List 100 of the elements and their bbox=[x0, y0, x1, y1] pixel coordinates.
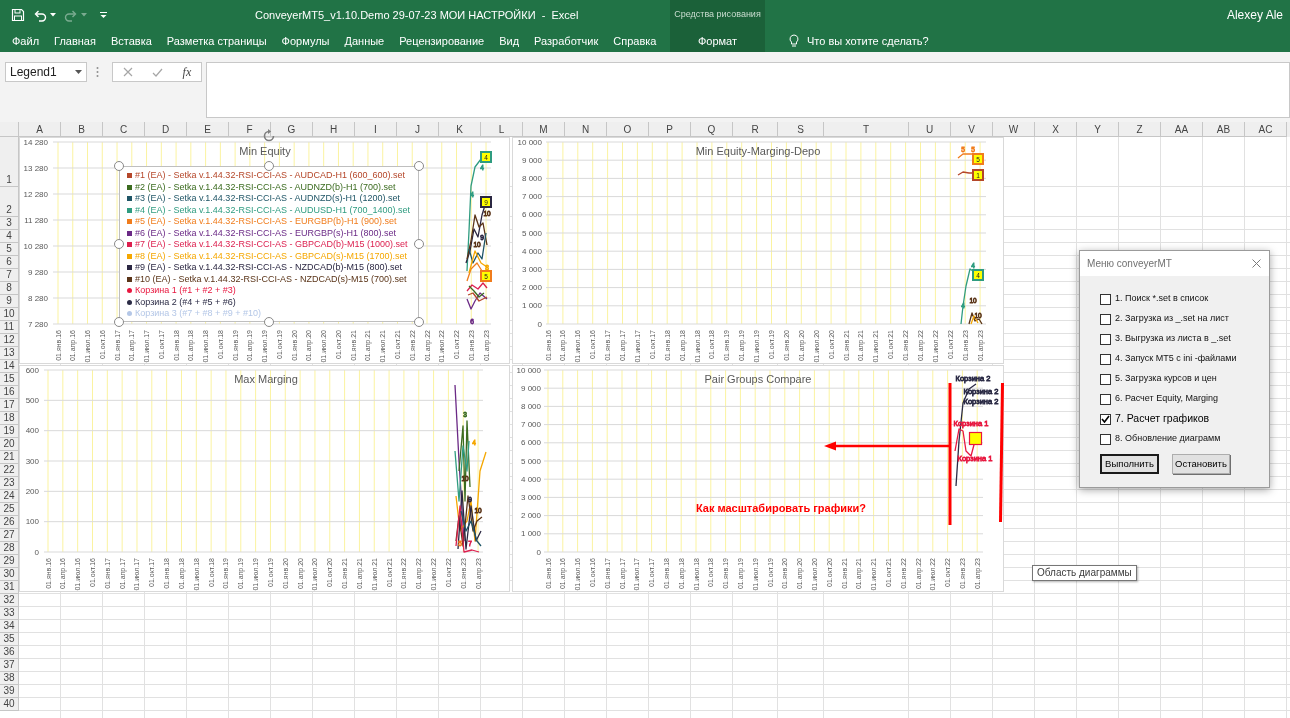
checkbox[interactable] bbox=[1100, 373, 1111, 385]
row-header[interactable]: 32 bbox=[0, 594, 19, 607]
formula-input[interactable] bbox=[206, 62, 1290, 118]
row-header[interactable]: 6 bbox=[0, 256, 19, 269]
option-label[interactable]: 5. Загрузка курсов и цен bbox=[1115, 372, 1217, 386]
ribbon-tab[interactable]: Рецензирование bbox=[393, 30, 491, 52]
ribbon-tab[interactable]: Вставка bbox=[104, 30, 158, 52]
resize-handle[interactable] bbox=[264, 317, 274, 327]
cancel-icon[interactable] bbox=[122, 67, 133, 77]
resize-handle[interactable] bbox=[414, 161, 424, 171]
option-label[interactable]: 2. Загрузка из _.set на лист bbox=[1115, 312, 1229, 326]
tell-me-search[interactable]: Что вы хотите сделать? bbox=[807, 32, 929, 50]
column-header[interactable]: AB bbox=[1203, 122, 1245, 137]
ribbon-tab[interactable]: Вид bbox=[493, 30, 526, 52]
checkbox[interactable] bbox=[1100, 353, 1111, 365]
ribbon-tab[interactable]: Формат bbox=[670, 30, 765, 52]
lightbulb-icon[interactable] bbox=[789, 34, 799, 48]
row-header[interactable]: 14 bbox=[0, 360, 19, 373]
row-header[interactable]: 21 bbox=[0, 451, 19, 464]
resize-handle[interactable] bbox=[114, 239, 124, 249]
ribbon-tab[interactable]: Файл bbox=[6, 30, 46, 52]
checkbox[interactable] bbox=[1100, 293, 1111, 305]
option-label[interactable]: 7. Расчет графиков bbox=[1115, 411, 1210, 427]
caret-icon[interactable] bbox=[75, 70, 82, 74]
ribbon-tab[interactable]: Разметка страницы bbox=[160, 30, 273, 52]
row-header[interactable]: 5 bbox=[0, 243, 19, 256]
ribbon-tab[interactable]: Разработчик bbox=[528, 30, 605, 52]
row-header[interactable]: 8 bbox=[0, 282, 19, 295]
row-header[interactable]: 40 bbox=[0, 698, 19, 711]
ribbon-tab[interactable]: Данные bbox=[338, 30, 391, 52]
option-label[interactable]: 3. Выгрузка из листа в _.set bbox=[1115, 332, 1231, 346]
row-header[interactable]: 2 bbox=[0, 187, 19, 217]
row-header[interactable]: 25 bbox=[0, 503, 19, 516]
resize-handle[interactable] bbox=[114, 161, 124, 171]
row-header[interactable]: 35 bbox=[0, 633, 19, 646]
row-header[interactable]: 23 bbox=[0, 477, 19, 490]
column-header[interactable]: Y bbox=[1077, 122, 1119, 137]
ribbon-tab[interactable]: Формулы bbox=[275, 30, 336, 52]
ribbon-tab[interactable]: Справка bbox=[607, 30, 663, 52]
checkbox[interactable] bbox=[1100, 333, 1111, 345]
row-header[interactable]: 11 bbox=[0, 321, 19, 334]
row-header[interactable]: 22 bbox=[0, 464, 19, 477]
row-header[interactable]: 33 bbox=[0, 607, 19, 620]
row-header[interactable]: 27 bbox=[0, 529, 19, 542]
dialog-button[interactable]: Остановить bbox=[1172, 454, 1230, 474]
dialog-button[interactable]: Выполнить bbox=[1100, 454, 1159, 474]
row-header[interactable]: 13 bbox=[0, 347, 19, 360]
option-label[interactable]: 1. Поиск *.set в список bbox=[1115, 292, 1209, 306]
chart-legend[interactable] bbox=[119, 166, 419, 322]
resize-handle[interactable] bbox=[414, 317, 424, 327]
row-header[interactable]: 18 bbox=[0, 412, 19, 425]
row-header[interactable]: 36 bbox=[0, 646, 19, 659]
rotate-handle-icon[interactable] bbox=[262, 129, 276, 143]
save-icon[interactable] bbox=[11, 8, 25, 22]
resize-handle[interactable] bbox=[414, 239, 424, 249]
option-label[interactable]: 6. Расчет Equity, Marging bbox=[1115, 392, 1218, 406]
column-header[interactable]: X bbox=[1035, 122, 1077, 137]
row-header[interactable]: 7 bbox=[0, 269, 19, 282]
checkbox[interactable] bbox=[1100, 413, 1111, 425]
row-header[interactable]: 24 bbox=[0, 490, 19, 503]
name-box[interactable]: Legend1 bbox=[5, 62, 87, 82]
resize-handle[interactable] bbox=[114, 317, 124, 327]
column-header[interactable]: Z bbox=[1119, 122, 1161, 137]
row-header[interactable]: 20 bbox=[0, 438, 19, 451]
caret-icon[interactable] bbox=[50, 13, 56, 17]
row-header[interactable]: 37 bbox=[0, 659, 19, 672]
option-label[interactable]: 8. Обновление диаграмм bbox=[1115, 432, 1221, 446]
row-header[interactable]: 31 bbox=[0, 581, 19, 594]
legend-label: #2 (EA) - Setka v.1.44.32-RSI-CCI-AS - AUDNZD(b)-H1 (700).set bbox=[135, 181, 396, 193]
row-header[interactable]: 39 bbox=[0, 685, 19, 698]
undo-icon[interactable] bbox=[33, 8, 47, 22]
axis-tick-label: 1 000 bbox=[521, 301, 542, 311]
row-header[interactable]: 34 bbox=[0, 620, 19, 633]
column-header[interactable]: AC bbox=[1245, 122, 1287, 137]
close-icon[interactable] bbox=[1252, 259, 1261, 268]
row-header[interactable]: 9 bbox=[0, 295, 19, 308]
row-header[interactable]: 10 bbox=[0, 308, 19, 321]
checkbox[interactable] bbox=[1100, 433, 1111, 445]
row-header[interactable]: 30 bbox=[0, 568, 19, 581]
row-header[interactable]: 38 bbox=[0, 672, 19, 685]
insert-function-button[interactable]: fx bbox=[182, 65, 192, 79]
row-header[interactable]: 17 bbox=[0, 399, 19, 412]
checkbox[interactable] bbox=[1100, 313, 1111, 325]
row-header[interactable]: 4 bbox=[0, 230, 19, 243]
row-header[interactable]: 16 bbox=[0, 386, 19, 399]
row-header[interactable]: 1 bbox=[0, 137, 19, 187]
checkbox[interactable] bbox=[1100, 393, 1111, 405]
customize-icon[interactable] bbox=[99, 11, 108, 19]
row-header[interactable]: 19 bbox=[0, 425, 19, 438]
ribbon-tab[interactable]: Главная bbox=[48, 30, 102, 52]
row-header[interactable]: 29 bbox=[0, 555, 19, 568]
row-header[interactable]: 12 bbox=[0, 334, 19, 347]
resize-handle[interactable] bbox=[264, 161, 274, 171]
row-header[interactable]: 15 bbox=[0, 373, 19, 386]
row-header[interactable]: 3 bbox=[0, 217, 19, 230]
column-header[interactable]: AA bbox=[1161, 122, 1203, 137]
row-header[interactable]: 26 bbox=[0, 516, 19, 529]
enter-check-icon[interactable] bbox=[152, 67, 164, 77]
row-header[interactable]: 28 bbox=[0, 542, 19, 555]
option-label[interactable]: 4. Запуск MT5 с ini -файлами bbox=[1115, 352, 1237, 366]
